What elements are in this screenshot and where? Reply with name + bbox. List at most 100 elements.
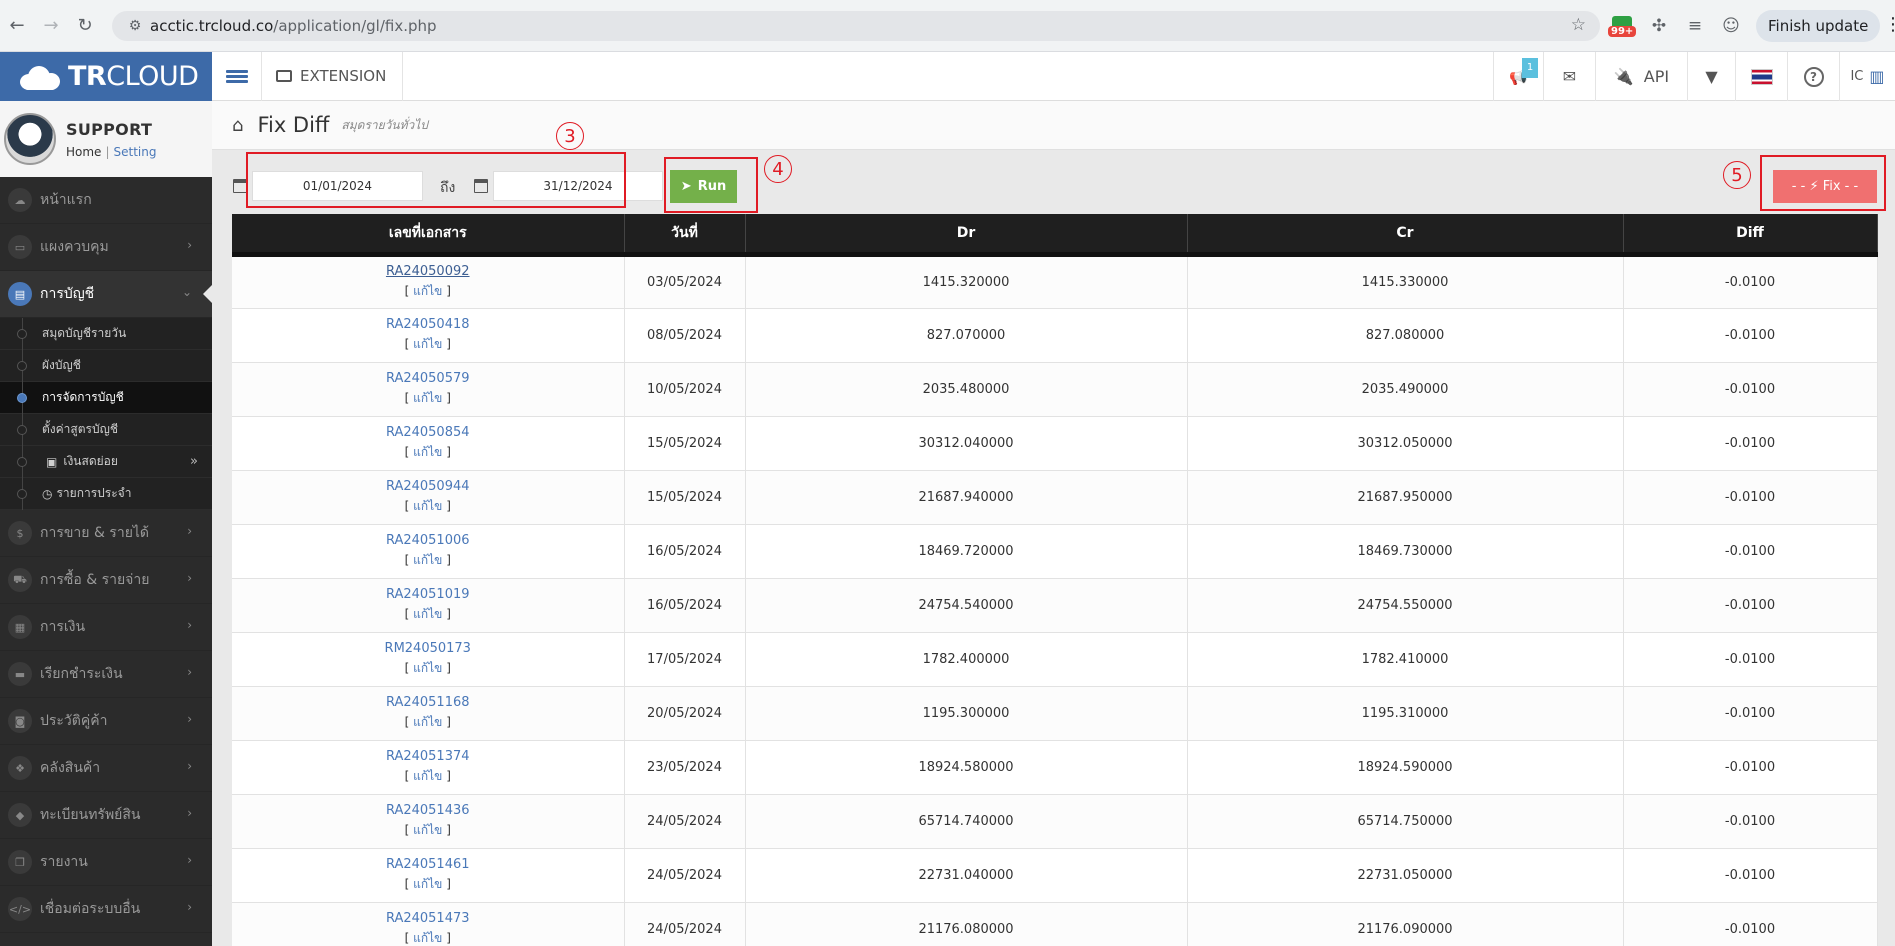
sidebar-item-label: รายงาน bbox=[40, 854, 88, 870]
sub-item-petty-cash[interactable]: ▣ เงินสดย่อย » bbox=[0, 446, 212, 478]
company-button[interactable]: IC ▥ bbox=[1839, 52, 1895, 101]
edit-link[interactable]: [ แก้ไข ] bbox=[232, 497, 624, 516]
avatar[interactable] bbox=[4, 113, 56, 165]
doc-number-link[interactable]: RA24050579 bbox=[232, 371, 624, 386]
edit-link[interactable]: [ แก้ไข ] bbox=[232, 335, 624, 354]
site-info-icon[interactable]: ⚙ bbox=[120, 18, 150, 34]
cr-cell: 1415.330000 bbox=[1187, 254, 1624, 309]
doc-number-link[interactable]: RA24050092 bbox=[232, 264, 624, 279]
edit-link[interactable]: [ แก้ไข ] bbox=[232, 875, 624, 894]
doc-number-link[interactable]: RA24051019 bbox=[232, 587, 624, 602]
dropdown-button[interactable]: ▼ bbox=[1687, 52, 1735, 101]
doc-number-link[interactable]: RA24050418 bbox=[232, 317, 624, 332]
annotation-number-3: 3 bbox=[556, 122, 584, 150]
edit-link[interactable]: [ แก้ไข ] bbox=[232, 443, 624, 462]
sidebar-item-purchases[interactable]: ⛟ การซื้อ & รายจ่าย › bbox=[0, 557, 212, 604]
home-icon[interactable]: ⌂ bbox=[232, 115, 243, 136]
doc-number-link[interactable]: RA24051436 bbox=[232, 803, 624, 818]
diff-cell: -0.0100 bbox=[1623, 848, 1878, 903]
calendar-icon: ▦ bbox=[8, 615, 32, 639]
dr-cell: 18924.580000 bbox=[745, 740, 1188, 795]
extension-tab[interactable]: EXTENSION bbox=[262, 51, 404, 101]
sidebar-item-assets[interactable]: ◆ ทะเบียนทรัพย์สิน › bbox=[0, 792, 212, 839]
menu-toggle-icon[interactable] bbox=[212, 51, 262, 101]
date-cell: 24/05/2024 bbox=[624, 902, 746, 946]
setting-link[interactable]: Setting bbox=[113, 145, 156, 159]
trcloud-logo[interactable]: TR CLOUD bbox=[0, 52, 212, 101]
doc-number-link[interactable]: RA24051374 bbox=[232, 749, 624, 764]
sidebar-item-integrations[interactable]: </> เชื่อมต่อระบบอื่น › bbox=[0, 886, 212, 933]
language-button[interactable] bbox=[1735, 52, 1787, 101]
bookmark-star-icon[interactable]: ☆ bbox=[1571, 15, 1586, 35]
edit-link[interactable]: [ แก้ไข ] bbox=[232, 659, 624, 678]
sub-item-account-formula[interactable]: ตั้งค่าสูตรบัญชี bbox=[0, 414, 212, 446]
sidebar-item-sales[interactable]: $ การขาย & รายได้ › bbox=[0, 510, 212, 557]
sidebar-item-billing[interactable]: ▬ เรียกชำระเงิน › bbox=[0, 651, 212, 698]
api-button[interactable]: 🔌 API bbox=[1595, 52, 1687, 101]
sub-item-label: รายการประจำ bbox=[56, 486, 132, 500]
building-icon: ▥ bbox=[1869, 67, 1885, 86]
edit-link[interactable]: [ แก้ไข ] bbox=[232, 389, 624, 408]
help-button[interactable]: ? bbox=[1787, 52, 1839, 101]
doc-number-link[interactable]: RA24050944 bbox=[232, 479, 624, 494]
sidebar-item-dashboard[interactable]: ▭ แผงควบคุม › bbox=[0, 224, 212, 271]
doc-number-link[interactable]: RA24051461 bbox=[232, 857, 624, 872]
cr-cell: 18924.590000 bbox=[1187, 740, 1624, 795]
dr-cell: 30312.040000 bbox=[745, 416, 1188, 471]
doc-number-link[interactable]: RA24051168 bbox=[232, 695, 624, 710]
edit-label: แก้ไข bbox=[413, 606, 443, 621]
card-icon: ▬ bbox=[8, 662, 32, 686]
edit-link[interactable]: [ แก้ไข ] bbox=[232, 821, 624, 840]
dr-cell: 18469.720000 bbox=[745, 524, 1188, 579]
sidebar-item-reports[interactable]: ❐ รายงาน › bbox=[0, 839, 212, 886]
profile-icon[interactable]: ☺ bbox=[1720, 16, 1742, 36]
chevron-right-icon: › bbox=[187, 524, 192, 538]
sub-item-account-management[interactable]: การจัดการบัญชี bbox=[0, 382, 212, 414]
dr-cell: 1782.400000 bbox=[745, 632, 1188, 687]
doc-cell: RA24051436 [ แก้ไข ] bbox=[232, 794, 625, 849]
sub-item-journal[interactable]: สมุดบัญชีรายวัน bbox=[0, 318, 212, 350]
doc-cell: RA24050854 [ แก้ไข ] bbox=[232, 416, 625, 471]
forward-icon[interactable]: → bbox=[34, 9, 68, 43]
table-row: RA24051436 [ แก้ไข ] 24/05/2024 65714.74000… bbox=[232, 794, 1878, 849]
id-card-icon: ▣ bbox=[46, 454, 58, 469]
annotation-box-4 bbox=[664, 157, 758, 213]
sidebar-item-inventory[interactable]: ❖ คลังสินค้า › bbox=[0, 745, 212, 792]
edit-link[interactable]: [ แก้ไข ] bbox=[232, 929, 624, 946]
sidebar-item-home[interactable]: ☁ หน้าแรก bbox=[0, 177, 212, 224]
puzzle-icon[interactable]: ✣ bbox=[1648, 16, 1670, 36]
address-bar[interactable]: ⚙ acctic.trcloud.co/application/gl/fix.p… bbox=[112, 11, 1600, 41]
sidebar-item-finance[interactable]: ▦ การเงิน › bbox=[0, 604, 212, 651]
doc-number-link[interactable]: RM24050173 bbox=[232, 641, 624, 656]
dr-cell: 2035.480000 bbox=[745, 362, 1188, 417]
extension-badge-icon[interactable]: 99+ bbox=[1608, 14, 1637, 38]
edit-label: แก้ไข bbox=[413, 444, 443, 459]
sub-item-recurring[interactable]: ◷ รายการประจำ bbox=[0, 478, 212, 510]
doc-number-link[interactable]: RA24051473 bbox=[232, 911, 624, 926]
edit-link[interactable]: [ แก้ไข ] bbox=[232, 713, 624, 732]
sidebar-item-label: เชื่อมต่อระบบอื่น bbox=[40, 901, 141, 917]
edit-link[interactable]: [ แก้ไข ] bbox=[232, 551, 624, 570]
sidebar-item-accounting[interactable]: ▤ การบัญชี ⌄ bbox=[0, 271, 212, 318]
edit-link[interactable]: [ แก้ไข ] bbox=[232, 282, 624, 301]
code-icon: </> bbox=[8, 897, 32, 921]
sub-item-chart-of-accounts[interactable]: ผังบัญชี bbox=[0, 350, 212, 382]
media-queue-icon[interactable]: ≡ bbox=[1684, 16, 1706, 36]
diff-cell: -0.0100 bbox=[1623, 362, 1878, 417]
more-menu-icon[interactable]: ⋮ bbox=[1884, 14, 1895, 35]
edit-link[interactable]: [ แก้ไข ] bbox=[232, 605, 624, 624]
doc-number-link[interactable]: RA24051006 bbox=[232, 533, 624, 548]
reload-icon[interactable]: ↻ bbox=[68, 9, 102, 43]
api-label: API bbox=[1643, 67, 1670, 86]
finish-update-button[interactable]: Finish update bbox=[1756, 10, 1881, 42]
doc-number-link[interactable]: RA24050854 bbox=[232, 425, 624, 440]
url-text[interactable]: acctic.trcloud.co/application/gl/fix.php bbox=[150, 17, 437, 35]
back-icon[interactable]: ← bbox=[0, 9, 34, 43]
edit-link[interactable]: [ แก้ไข ] bbox=[232, 767, 624, 786]
dr-cell: 21176.080000 bbox=[745, 902, 1188, 946]
home-link[interactable]: Home bbox=[66, 145, 101, 159]
mail-button[interactable]: ✉ bbox=[1543, 52, 1595, 101]
diff-cell: -0.0100 bbox=[1623, 902, 1878, 946]
announcement-button[interactable]: 📢 1 bbox=[1493, 52, 1543, 101]
sidebar-item-contacts[interactable]: ◙ ประวัติคู่ค้า › bbox=[0, 698, 212, 745]
